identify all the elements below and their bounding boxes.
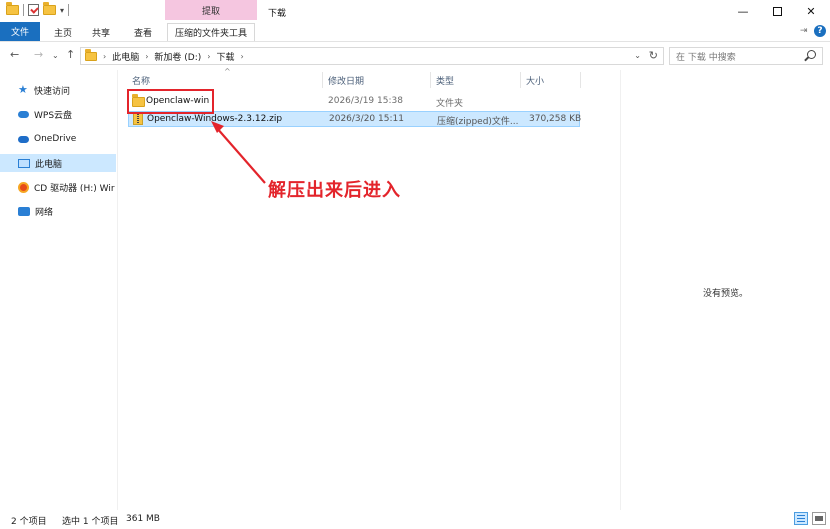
preview-pane: 没有预览。 bbox=[620, 70, 830, 510]
annotation-arrow-line bbox=[215, 126, 266, 184]
selected-size: 361 MB bbox=[126, 514, 160, 524]
no-preview-text: 没有预览。 bbox=[703, 289, 749, 299]
selected-count: 选中 1 个项目 bbox=[62, 517, 119, 527]
status-bar: 2 个项目 选中 1 个项目 361 MB bbox=[0, 510, 830, 529]
item-count: 2 个项目 bbox=[11, 517, 47, 527]
annotation-arrow-head bbox=[211, 121, 224, 133]
large-icons-view-icon[interactable] bbox=[812, 512, 826, 525]
details-view-icon[interactable] bbox=[794, 512, 808, 525]
annotation-text: 解压出来后进入 bbox=[268, 180, 401, 201]
